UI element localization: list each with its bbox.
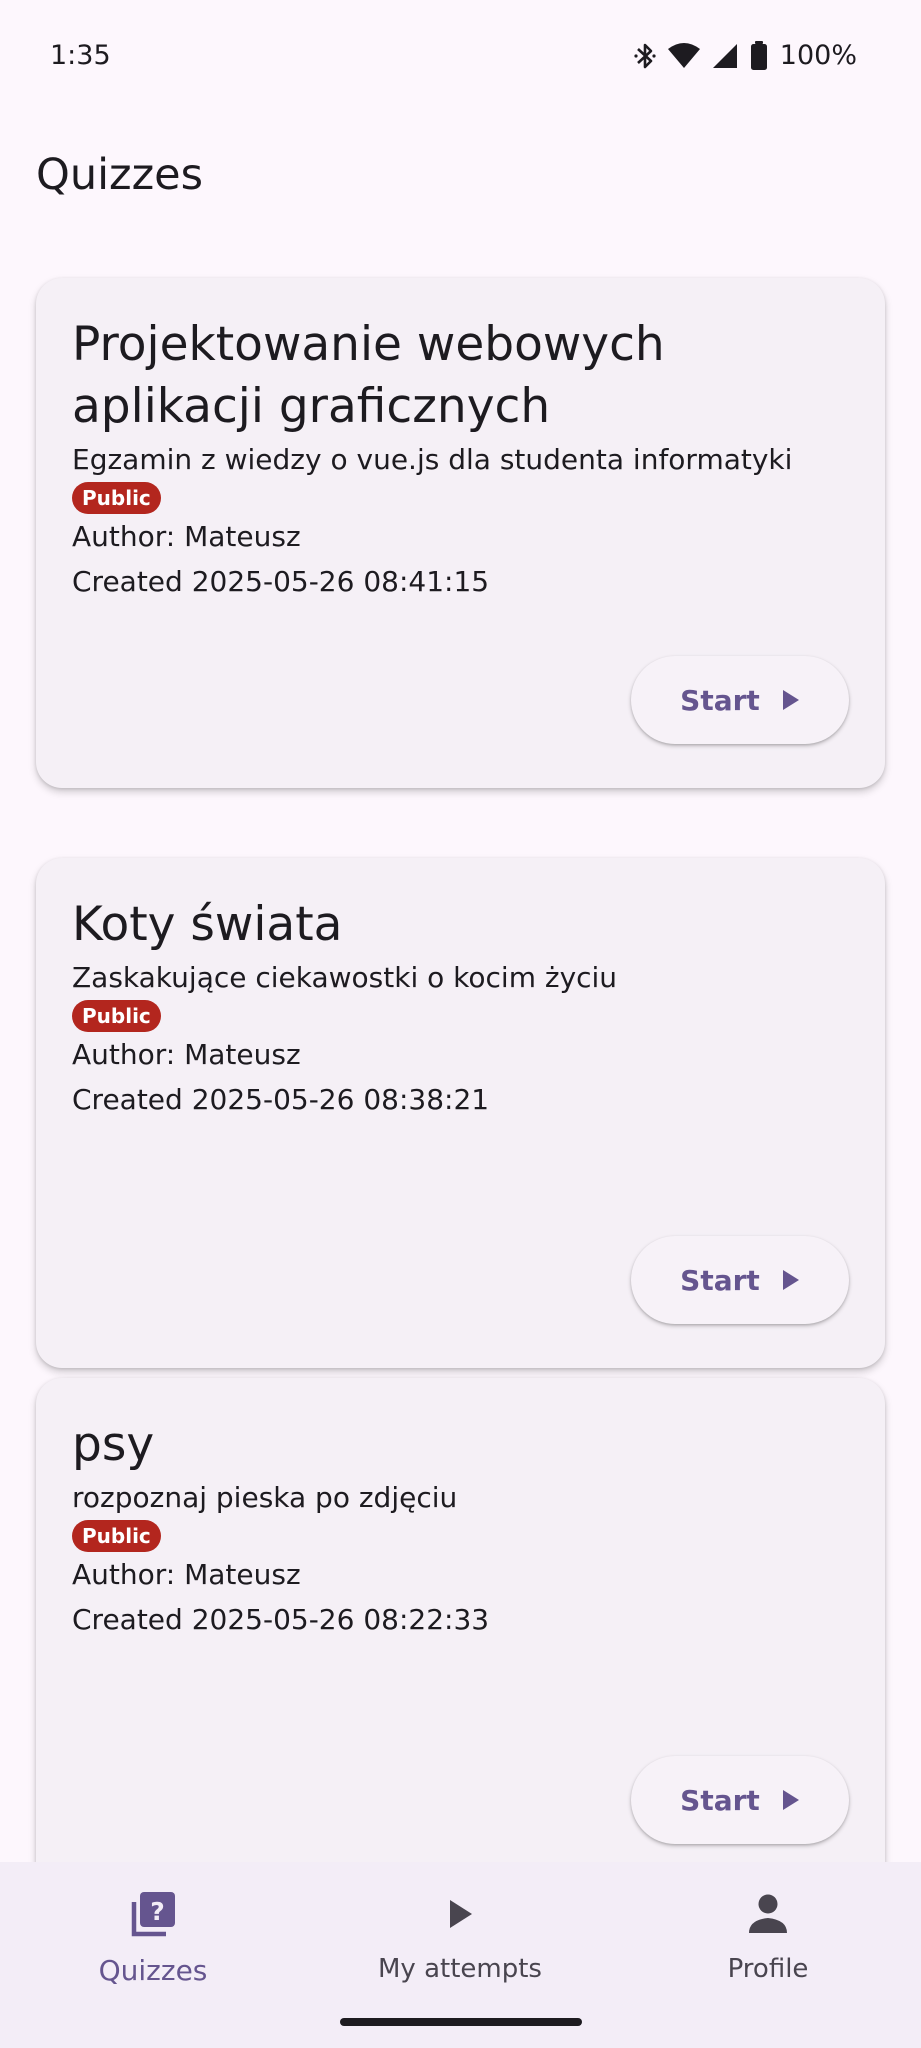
visibility-badge: Public [72,1520,161,1552]
quiz-description: Egzamin z wiedzy o vue.js dla studenta i… [72,443,793,476]
quiz-description: Zaskakujące ciekawostki o kocim życiu [72,961,618,994]
wifi-icon [667,42,700,69]
gesture-bar[interactable] [340,2018,582,2026]
person-icon [736,1882,800,1946]
page-title: Quizzes [36,150,204,200]
quiz-created: Created 2025-05-26 08:22:33 [72,1603,490,1636]
quiz-title: Projektowanie webowych aplikacji graficz… [72,317,665,434]
start-quiz-button[interactable]: Start [631,1756,849,1844]
start-quiz-button[interactable]: Start [631,1236,849,1324]
quiz-author: Author: Mateusz [72,1558,301,1591]
quiz-card: Projektowanie webowych aplikacji graficz… [36,278,885,788]
quiz-created: Created 2025-05-26 08:41:15 [72,565,490,598]
status-icons: 100% [634,40,857,71]
visibility-badge: Public [72,1000,161,1032]
battery-percent: 100% [779,40,857,71]
nav-item-my-attempts[interactable]: My attempts [310,1882,610,1984]
quiz-created: Created 2025-05-26 08:38:21 [72,1083,490,1116]
quiz-author: Author: Mateusz [72,1038,301,1071]
battery-icon [750,40,768,71]
nav-label-my-attempts: My attempts [378,1954,542,1984]
play-arrow-icon [782,1269,800,1291]
cell-signal-icon [712,43,738,69]
status-bar: 1:35 100% [0,0,921,116]
nav-item-profile[interactable]: Profile [618,1882,918,1984]
quiz-title: Koty świata [72,897,343,952]
status-time: 1:35 [50,40,111,71]
svg-text:?: ? [150,1897,165,1926]
quiz-card: Koty świata Zaskakujące ciekawostki o ko… [36,858,885,1368]
nav-item-quizzes[interactable]: ? Quizzes [3,1882,303,1987]
nav-label-profile: Profile [727,1954,809,1984]
play-arrow-icon [782,689,800,711]
visibility-badge: Public [72,482,161,514]
bluetooth-icon [634,41,656,71]
start-quiz-button[interactable]: Start [631,656,849,744]
start-button-label: Start [680,1783,760,1817]
quiz-description: rozpoznaj pieska po zdjęciu [72,1481,458,1514]
play-arrow-icon [782,1789,800,1811]
start-button-label: Start [680,683,760,717]
play-icon [428,1882,492,1946]
quiz-author: Author: Mateusz [72,520,301,553]
quiz-title: psy [72,1417,155,1472]
start-button-label: Start [680,1263,760,1297]
quiz-icon: ? [121,1882,185,1946]
nav-label-quizzes: Quizzes [98,1954,208,1987]
quiz-card: psy rozpoznaj pieska po zdjęciu Public A… [36,1378,885,1888]
